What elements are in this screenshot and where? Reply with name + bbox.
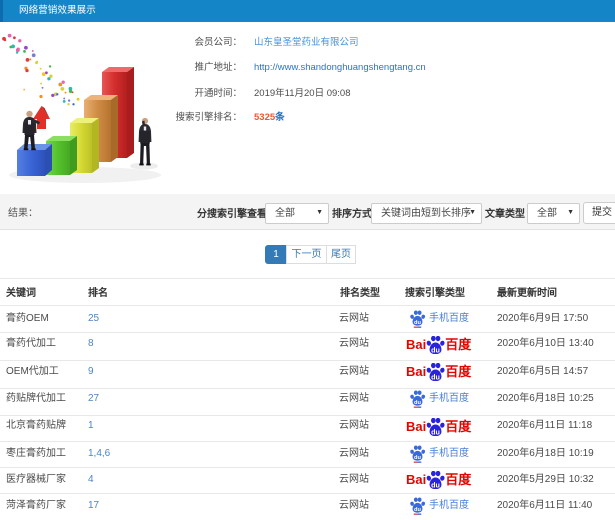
svg-text:du: du: [414, 507, 421, 513]
svg-text:du: du: [414, 400, 421, 406]
svg-text:du: du: [431, 428, 440, 436]
svg-text:du: du: [431, 481, 440, 489]
svg-text:du: du: [431, 373, 440, 381]
svg-text:du: du: [431, 346, 440, 354]
svg-text:du: du: [414, 320, 421, 326]
svg-text:du: du: [414, 455, 421, 461]
